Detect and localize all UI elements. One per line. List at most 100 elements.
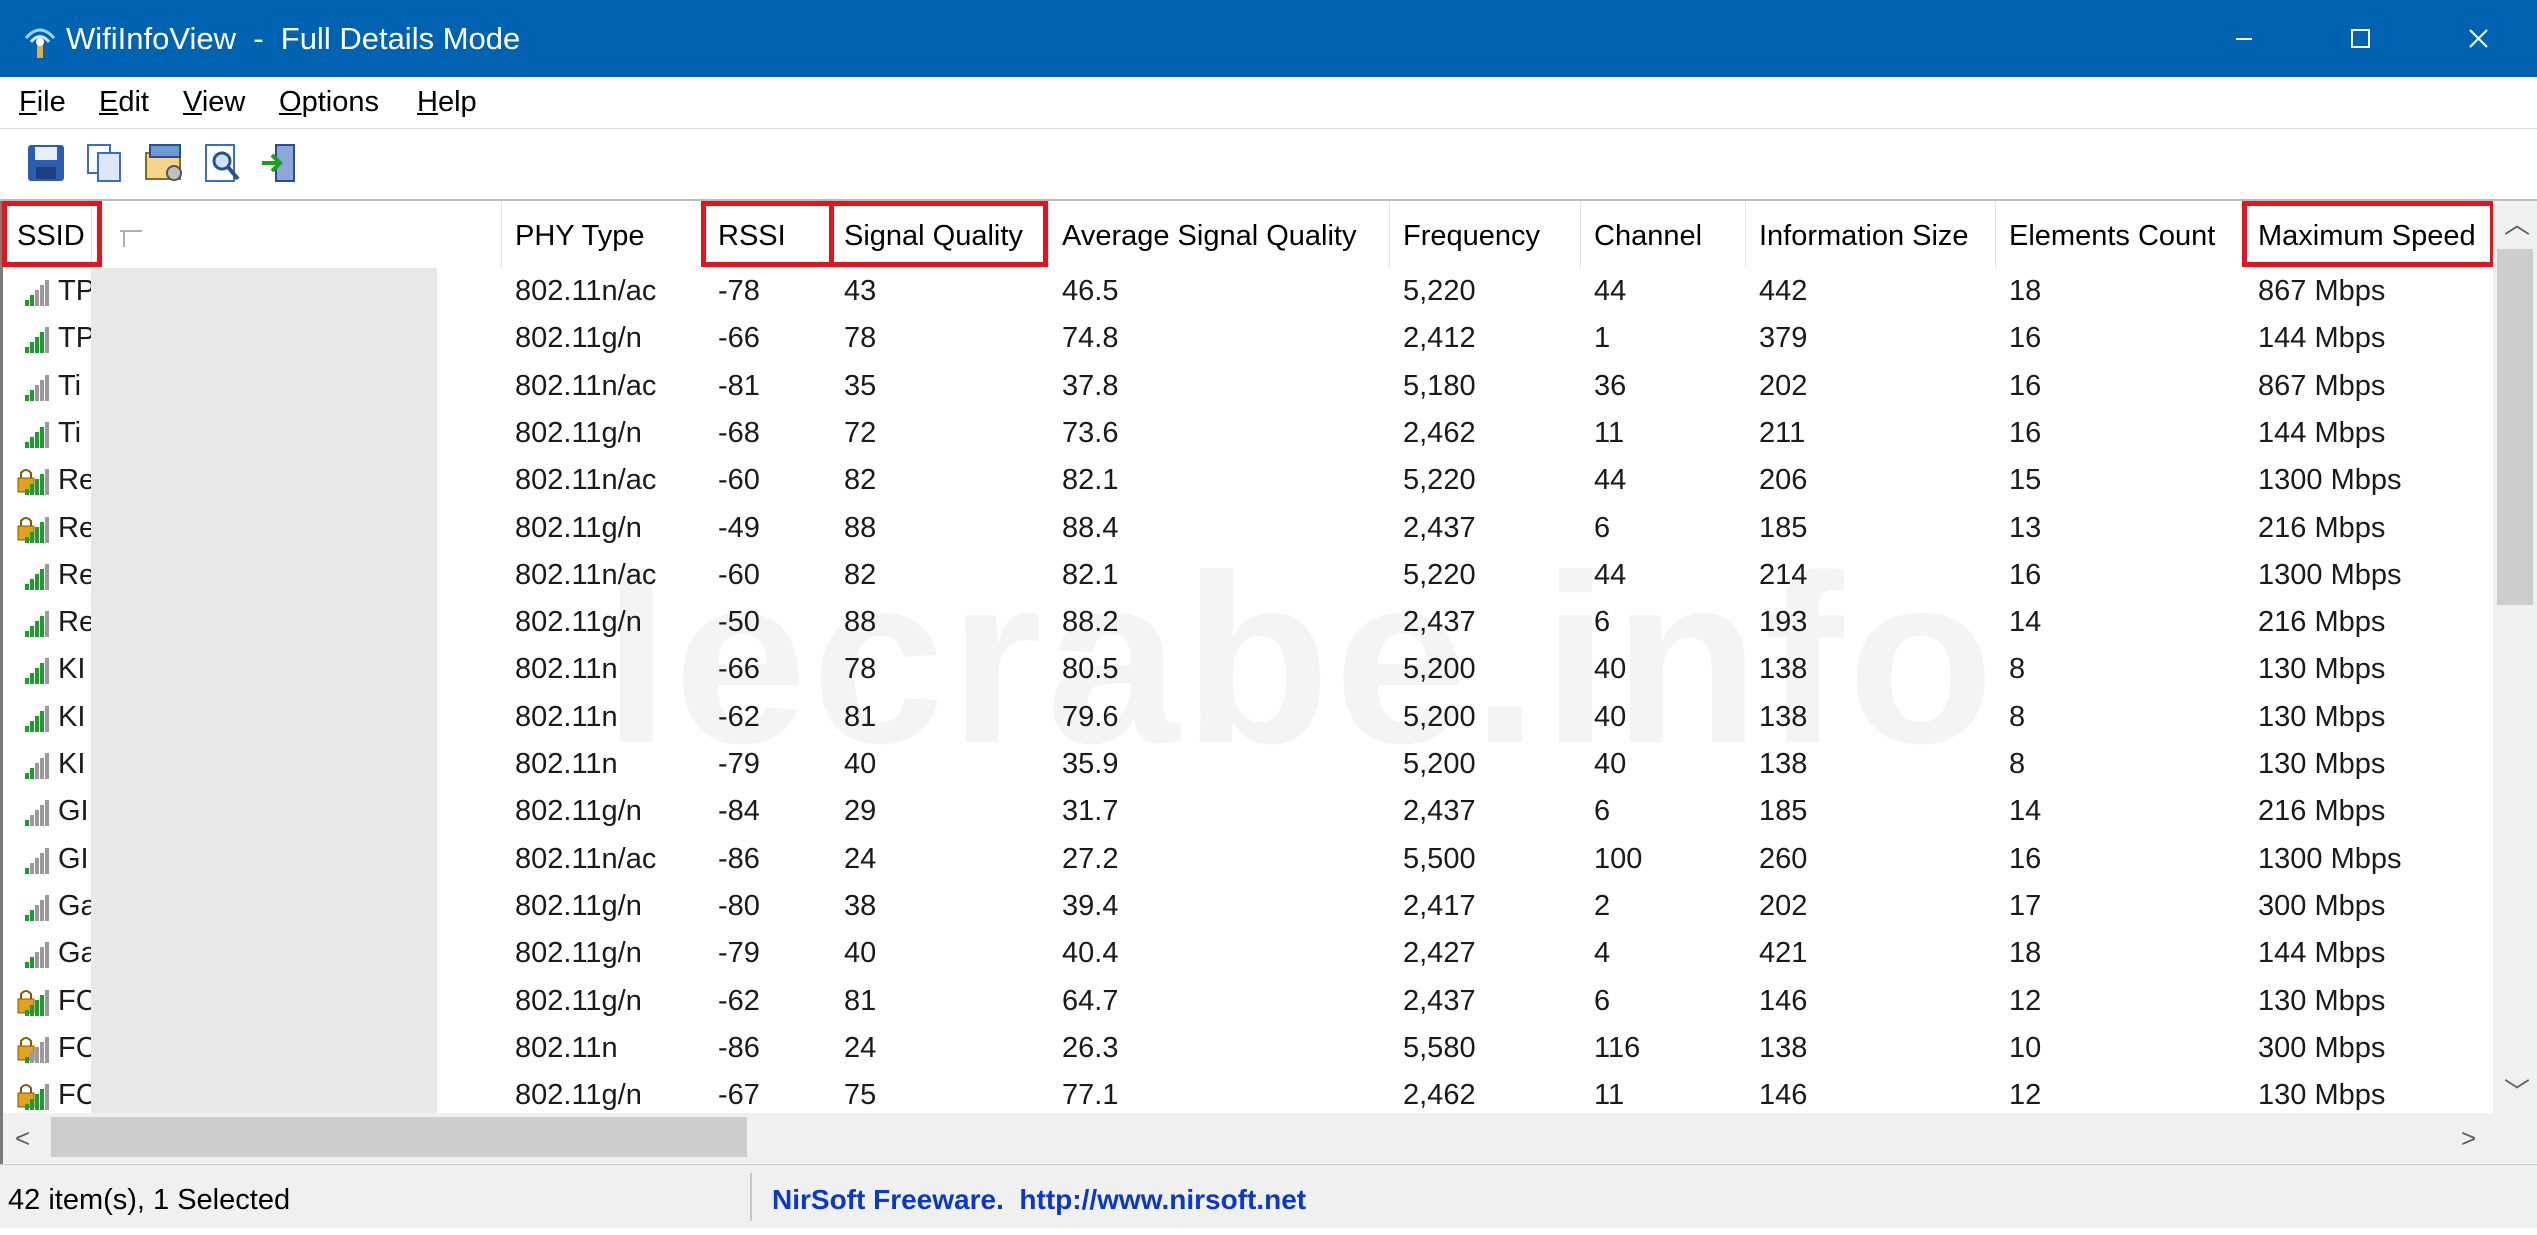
cell-ssid: KI: [58, 700, 86, 733]
column-header-phy-type[interactable]: PHY Type: [501, 201, 704, 267]
copy-icon[interactable]: [80, 139, 128, 187]
cell-elements-count: 16: [2009, 558, 2042, 591]
cell-average-signal-quality: 26.3: [1062, 1031, 1119, 1064]
nirsoft-link[interactable]: NirSoft Freeware. http://www.nirsoft.net: [772, 1165, 1306, 1228]
table-row[interactable]: FC 802.11g/n -62 81 64.7 2,437 6 146 12 130 Mbps: [3, 978, 2493, 1025]
cell-rssi: -66: [718, 653, 760, 686]
cell-elements-count: 10: [2009, 1031, 2042, 1064]
horizontal-scroll-thumb[interactable]: [51, 1117, 747, 1157]
cell-elements-count: 12: [2009, 984, 2042, 1017]
table-row[interactable]: Re 802.11g/n -50 88 88.2 2,437 6 193 14 216 Mbps: [3, 599, 2493, 646]
cell-rssi: -86: [718, 842, 760, 875]
cell-average-signal-quality: 40.4: [1062, 937, 1119, 970]
cell-channel: 40: [1594, 748, 1627, 780]
column-divider[interactable]: [1389, 201, 1390, 267]
wifi-app-icon: [24, 28, 56, 58]
cell-ssid: Ti: [58, 416, 82, 449]
menu-help[interactable]: Help: [417, 77, 477, 128]
networks-list[interactable]: SSID PHY Type RSSI Signal Quality Averag…: [0, 201, 2537, 1164]
cell-elements-count: 8: [2009, 700, 2026, 733]
cell-phy-type: 802.11n/ac: [515, 369, 657, 402]
cell-signal-quality: 40: [844, 937, 877, 970]
table-row[interactable]: FC 802.11n -86 24 26.3 5,580 116 138 10 300 Mbps: [3, 1025, 2493, 1072]
column-header-average-signal-quality[interactable]: Average Signal Quality: [1048, 201, 1389, 267]
cell-information-size: 185: [1759, 795, 1808, 828]
menu-file[interactable]: File: [19, 77, 66, 128]
cell-signal-quality: 81: [844, 700, 877, 733]
cell-average-signal-quality: 27.2: [1062, 842, 1119, 875]
table-row[interactable]: Re 802.11n/ac -60 82 82.1 5,220 44 214 16 1300 Mb…: [3, 552, 2493, 599]
cell-channel: 40: [1594, 700, 1627, 733]
cell-frequency: 5,220: [1403, 558, 1476, 591]
cell-channel: 4: [1594, 937, 1611, 970]
cell-ssid: KI: [58, 653, 86, 686]
find-icon[interactable]: [198, 139, 246, 187]
column-divider[interactable]: [1048, 201, 1049, 267]
scroll-left-arrow-icon[interactable]: <: [15, 1125, 30, 1151]
cell-signal-quality: 43: [844, 275, 877, 307]
column-divider[interactable]: [1580, 201, 1581, 267]
cell-maximum-speed: 1300 Mbps: [2258, 558, 2402, 591]
table-row[interactable]: Ti 802.11n/ac -81 35 37.8 5,180 36 202 16 867 Mbp…: [3, 363, 2493, 410]
cell-signal-quality: 81: [844, 984, 877, 1017]
cell-rssi: -84: [718, 795, 760, 828]
cell-channel: 6: [1594, 606, 1611, 639]
scroll-up-arrow-icon[interactable]: ︿: [2504, 211, 2530, 237]
column-header-channel[interactable]: Channel: [1580, 201, 1745, 267]
table-row[interactable]: Re 802.11n/ac -60 82 82.1 5,220 44 206 15 1300 Mb…: [3, 457, 2493, 504]
cell-information-size: 138: [1759, 748, 1808, 780]
column-divider[interactable]: [501, 201, 502, 267]
cell-average-signal-quality: 39.4: [1062, 889, 1119, 922]
cell-frequency: 2,462: [1403, 416, 1476, 449]
close-button[interactable]: [2420, 0, 2536, 77]
cell-phy-type: 802.11g/n: [515, 416, 642, 449]
table-row[interactable]: KI 802.11n -79 40 35.9 5,200 40 138 8 130 Mbps: [3, 741, 2493, 788]
cell-average-signal-quality: 73.6: [1062, 416, 1119, 449]
cell-phy-type: 802.11n: [515, 748, 618, 780]
table-row[interactable]: Ga 802.11g/n -80 38 39.4 2,417 2 202 17 300 Mbps: [3, 883, 2493, 930]
table-row[interactable]: KI 802.11n -66 78 80.5 5,200 40 138 8 130 Mbps: [3, 646, 2493, 693]
minimize-button[interactable]: [2186, 0, 2302, 77]
column-header-frequency[interactable]: Frequency: [1389, 201, 1580, 267]
column-divider[interactable]: [1745, 201, 1746, 267]
cell-frequency: 5,220: [1403, 464, 1476, 497]
menu-view[interactable]: View: [183, 77, 245, 128]
table-row[interactable]: GI 802.11n/ac -86 24 27.2 5,500 100 260 16 1300 M…: [3, 836, 2493, 883]
column-header-information-size[interactable]: Information Size: [1745, 201, 1995, 267]
column-divider[interactable]: [1995, 201, 1996, 267]
table-row[interactable]: Ga 802.11g/n -79 40 40.4 2,427 4 421 18 144 Mbps: [3, 930, 2493, 977]
save-icon[interactable]: [22, 139, 70, 187]
table-row[interactable]: TP 802.11g/n -66 78 74.8 2,412 1 379 16 144 Mbps: [3, 315, 2493, 362]
cell-maximum-speed: 144 Mbps: [2258, 322, 2386, 355]
table-row[interactable]: Ti 802.11g/n -68 72 73.6 2,462 11 211 16 144 Mbps: [3, 410, 2493, 457]
column-header-mac[interactable]: [91, 201, 501, 267]
properties-icon[interactable]: [140, 139, 188, 187]
cell-elements-count: 14: [2009, 795, 2042, 828]
cell-frequency: 5,580: [1403, 1031, 1476, 1064]
table-row[interactable]: GI 802.11g/n -84 29 31.7 2,437 6 185 14 216 Mbps: [3, 788, 2493, 835]
exit-icon[interactable]: [256, 139, 304, 187]
cell-signal-quality: 29: [844, 795, 877, 828]
menu-edit[interactable]: Edit: [99, 77, 149, 128]
cell-signal-quality: 35: [844, 369, 877, 402]
scroll-down-arrow-icon[interactable]: ﹀: [2504, 1079, 2530, 1105]
cell-phy-type: 802.11n: [515, 1031, 618, 1064]
table-row[interactable]: Re 802.11g/n -49 88 88.4 2,437 6 185 13 216 Mbps: [3, 505, 2493, 552]
cell-channel: 116: [1594, 1031, 1641, 1064]
cell-rssi: -86: [718, 1031, 760, 1064]
item-count-status: 42 item(s), 1 Selected: [8, 1184, 291, 1216]
vertical-scroll-thumb[interactable]: [2497, 249, 2533, 605]
maximize-button[interactable]: [2302, 0, 2418, 77]
title-bar[interactable]: WifiInfoView - Full Details Mode: [0, 0, 2537, 77]
column-header-elements-count[interactable]: Elements Count: [1995, 201, 2244, 267]
menu-options[interactable]: Options: [279, 77, 379, 128]
vertical-scrollbar[interactable]: ︿ ﹀: [2493, 201, 2537, 1113]
cell-maximum-speed: 130 Mbps: [2258, 984, 2386, 1017]
table-row[interactable]: TP 802.11n/ac -78 43 46.5 5,220 44 442 18 867 Mbp…: [3, 268, 2493, 315]
status-divider: [750, 1173, 752, 1221]
table-row[interactable]: KI 802.11n -62 81 79.6 5,200 40 138 8 130 Mbps: [3, 694, 2493, 741]
cell-average-signal-quality: 37.8: [1062, 369, 1119, 402]
scroll-right-arrow-icon[interactable]: >: [2461, 1125, 2476, 1151]
cell-information-size: 138: [1759, 653, 1808, 686]
horizontal-scrollbar[interactable]: < >: [3, 1113, 2493, 1163]
